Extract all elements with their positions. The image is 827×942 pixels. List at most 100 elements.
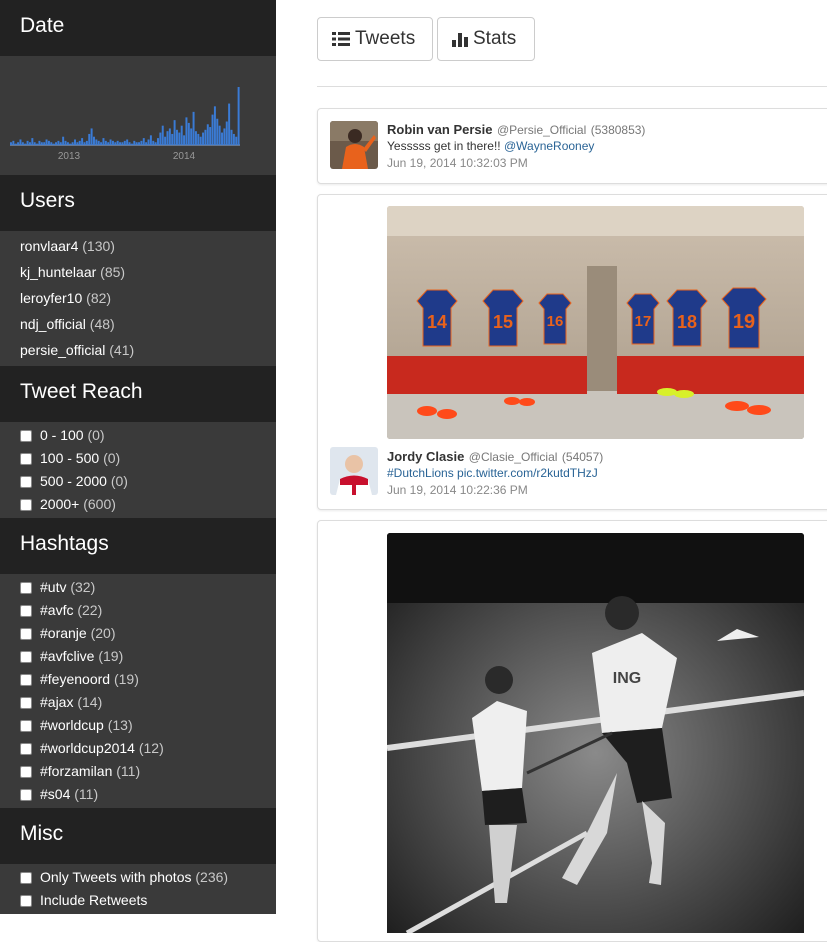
hashtag-count: (20) bbox=[90, 625, 116, 641]
user-count: (82) bbox=[86, 290, 112, 306]
hashtag-option[interactable]: #avfclive (19) bbox=[0, 645, 276, 668]
author-handle[interactable]: @Clasie_Official bbox=[469, 450, 558, 464]
user-item[interactable]: persie_official (41) bbox=[0, 337, 276, 363]
avatar[interactable] bbox=[330, 447, 378, 495]
checkbox[interactable] bbox=[20, 673, 32, 686]
author-handle[interactable]: @Persie_Official bbox=[497, 123, 586, 137]
histogram-bar bbox=[26, 140, 29, 145]
hashtag-option[interactable]: #worldcup2014 (12) bbox=[0, 737, 276, 760]
checkbox[interactable] bbox=[20, 650, 32, 663]
user-name[interactable]: ndj_official bbox=[20, 316, 86, 332]
histogram-bar bbox=[50, 142, 53, 145]
date-histogram[interactable]: 2013 2014 bbox=[0, 56, 276, 175]
tweet-card[interactable]: 14 15 16 17 18 19 Jordy Clasie @Clasie_O… bbox=[317, 194, 827, 510]
checkbox[interactable] bbox=[20, 742, 32, 755]
checkbox[interactable] bbox=[20, 871, 32, 884]
jersey-number: 18 bbox=[677, 312, 697, 332]
histogram-bar bbox=[17, 142, 20, 145]
reach-label: 2000+ bbox=[40, 496, 80, 512]
training-photo: ING bbox=[387, 533, 804, 933]
checkbox[interactable] bbox=[20, 581, 32, 594]
avatar-image bbox=[330, 121, 378, 169]
checkbox[interactable] bbox=[20, 498, 32, 511]
hashtag-label: #worldcup bbox=[40, 717, 104, 733]
histogram-bar bbox=[116, 140, 119, 145]
histogram-bar bbox=[64, 140, 67, 145]
hashtag-option[interactable]: #s04 (11) bbox=[0, 783, 276, 806]
checkbox[interactable] bbox=[20, 765, 32, 778]
histogram-bar bbox=[24, 143, 27, 145]
hashtag-option[interactable]: #utv (32) bbox=[0, 576, 276, 599]
mention-link[interactable]: @WayneRooney bbox=[504, 139, 594, 153]
histogram-bar bbox=[171, 133, 174, 145]
dressing-room-photo: 14 15 16 17 18 19 bbox=[387, 206, 804, 439]
user-item[interactable]: kj_huntelaar (85) bbox=[0, 259, 276, 285]
checkbox[interactable] bbox=[20, 719, 32, 732]
user-name[interactable]: ronvlaar4 bbox=[20, 238, 78, 254]
checkbox[interactable] bbox=[20, 452, 32, 465]
checkbox[interactable] bbox=[20, 696, 32, 709]
histogram-bar bbox=[85, 140, 88, 145]
hashtag-option[interactable]: #worldcup (13) bbox=[0, 714, 276, 737]
checkbox[interactable] bbox=[20, 894, 32, 907]
histogram-bar bbox=[33, 142, 36, 145]
tweet-card[interactable]: Robin van Persie @Persie_Official (53808… bbox=[317, 108, 827, 184]
histogram-bar bbox=[62, 136, 65, 145]
histogram-bar bbox=[149, 135, 152, 145]
histogram-bar bbox=[36, 143, 39, 145]
checkbox[interactable] bbox=[20, 788, 32, 801]
tweet-card[interactable]: ING bbox=[317, 520, 827, 942]
histogram-bar bbox=[121, 142, 124, 145]
stats-button-label: Stats bbox=[473, 28, 517, 49]
user-name[interactable]: leroyfer10 bbox=[20, 290, 82, 306]
stats-button[interactable]: Stats bbox=[437, 17, 535, 61]
author-name[interactable]: Robin van Persie bbox=[387, 122, 492, 137]
author-name[interactable]: Jordy Clasie bbox=[387, 449, 464, 464]
user-name[interactable]: persie_official bbox=[20, 342, 105, 358]
hashtag-label: #avfclive bbox=[40, 648, 95, 664]
photos-only-option[interactable]: Only Tweets with photos (236) bbox=[0, 866, 276, 889]
histogram-bar bbox=[107, 142, 110, 145]
avatar[interactable] bbox=[330, 121, 378, 169]
histogram-bar bbox=[92, 136, 95, 145]
histogram-bar bbox=[235, 136, 238, 145]
tweet-photo[interactable]: ING bbox=[387, 533, 804, 933]
hashtag-option[interactable]: #avfc (22) bbox=[0, 599, 276, 622]
reach-option[interactable]: 100 - 500 (0) bbox=[0, 447, 276, 470]
reach-option[interactable]: 2000+ (600) bbox=[0, 493, 276, 516]
hashtag-count: (19) bbox=[98, 648, 124, 664]
checkbox[interactable] bbox=[20, 429, 32, 442]
checkbox[interactable] bbox=[20, 627, 32, 640]
hashtag-count: (14) bbox=[77, 694, 103, 710]
histogram-bar bbox=[209, 127, 212, 145]
hashtag-label: #s04 bbox=[40, 786, 71, 802]
user-item[interactable]: ndj_official (48) bbox=[0, 311, 276, 337]
avatar-image bbox=[330, 447, 378, 495]
list-icon bbox=[332, 32, 350, 46]
checkbox[interactable] bbox=[20, 604, 32, 617]
hashtag-count: (12) bbox=[138, 740, 164, 756]
histogram-bar bbox=[28, 142, 31, 145]
hashtag-option[interactable]: #feyenoord (19) bbox=[0, 668, 276, 691]
user-item[interactable]: ronvlaar4 (130) bbox=[0, 233, 276, 259]
hashtag-option[interactable]: #oranje (20) bbox=[0, 622, 276, 645]
hashtag-count: (11) bbox=[116, 763, 141, 779]
histogram-bar bbox=[40, 142, 43, 145]
user-name[interactable]: kj_huntelaar bbox=[20, 264, 96, 280]
reach-count: (0) bbox=[110, 473, 128, 489]
histogram-bar bbox=[95, 139, 98, 145]
include-retweets-option[interactable]: Include Retweets bbox=[0, 889, 276, 912]
reach-option[interactable]: 500 - 2000 (0) bbox=[0, 470, 276, 493]
user-item[interactable]: leroyfer10 (82) bbox=[0, 285, 276, 311]
checkbox[interactable] bbox=[20, 475, 32, 488]
histogram-bar bbox=[111, 140, 114, 145]
hashtag-label: #utv bbox=[40, 579, 67, 595]
hashtag-link[interactable]: #DutchLions pic.twitter.com/r2kutdTHzJ bbox=[387, 466, 598, 480]
tweet-photo[interactable]: 14 15 16 17 18 19 bbox=[387, 206, 804, 439]
hashtag-option[interactable]: #ajax (14) bbox=[0, 691, 276, 714]
hashtag-option[interactable]: #forzamilan (11) bbox=[0, 760, 276, 783]
hashtag-count: (13) bbox=[107, 717, 133, 733]
histogram-bar bbox=[187, 122, 190, 145]
reach-option[interactable]: 0 - 100 (0) bbox=[0, 424, 276, 447]
tweets-button[interactable]: Tweets bbox=[317, 17, 433, 61]
